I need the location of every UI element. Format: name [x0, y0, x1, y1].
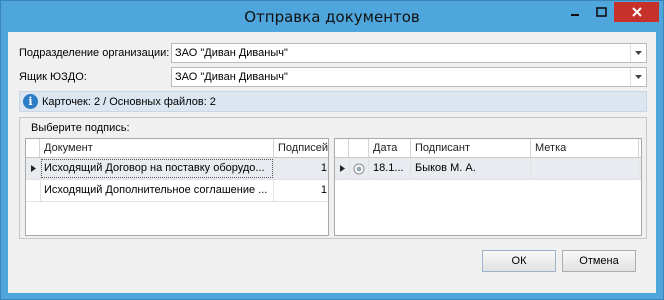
mark-cell[interactable] [531, 158, 639, 179]
header-indicator [335, 139, 349, 157]
signer-cell[interactable]: Быков М. А. [411, 158, 531, 179]
table-row[interactable]: Исходящий Договор на поставку оборудо...… [26, 158, 328, 180]
close-button[interactable] [614, 2, 659, 22]
cancel-button[interactable]: Отмена [562, 250, 636, 272]
signers-grid: Дата Подписант Метка 18.1... Быков М. А. [334, 138, 642, 236]
mailbox-select[interactable]: ЗАО "Диван Диваныч" [171, 67, 647, 87]
signature-group: Выберите подпись: Документ Подписей Исхо… [19, 117, 647, 239]
maximize-icon [595, 7, 607, 17]
chevron-down-icon[interactable] [630, 68, 646, 86]
column-header-signatures[interactable]: Подписей [274, 139, 328, 157]
dialog-body: Подразделение организации: ЗАО "Диван Ди… [8, 32, 656, 293]
minimize-icon [571, 14, 579, 16]
info-bar: i Карточек: 2 / Основных файлов: 2 [19, 91, 647, 112]
mailbox-value: ЗАО "Диван Диваныч" [175, 71, 288, 83]
chevron-down-icon[interactable] [630, 44, 646, 62]
row-indicator [26, 180, 41, 201]
documents-grid: Документ Подписей Исходящий Договор на п… [25, 138, 329, 236]
column-header-document[interactable]: Документ [40, 139, 274, 157]
info-icon: i [23, 94, 38, 109]
close-icon [631, 7, 642, 17]
signature-group-title: Выберите подпись: [31, 122, 130, 134]
signatures-cell[interactable]: 1 [274, 180, 328, 201]
info-text: Карточек: 2 / Основных файлов: 2 [42, 96, 216, 108]
column-header-signer[interactable]: Подписант [411, 139, 531, 157]
maximize-button[interactable] [588, 2, 614, 22]
dialog-window: Отправка документов Подразделение органи… [0, 0, 664, 300]
org-unit-select[interactable]: ЗАО "Диван Диваныч" [171, 43, 647, 63]
table-row[interactable]: Исходящий Дополнительное соглашение ... … [26, 180, 328, 202]
minimize-button[interactable] [562, 2, 588, 22]
ok-button[interactable]: ОК [482, 250, 556, 272]
document-cell[interactable]: Исходящий Дополнительное соглашение ... [40, 180, 274, 201]
table-row[interactable]: 18.1... Быков М. А. [335, 158, 641, 180]
column-header-date[interactable]: Дата [369, 139, 411, 157]
document-cell[interactable]: Исходящий Договор на поставку оборудо... [40, 158, 274, 179]
current-row-arrow-icon [26, 158, 41, 179]
title-bar[interactable]: Отправка документов [1, 1, 663, 32]
column-header-select[interactable] [349, 139, 369, 157]
radio-icon [353, 163, 365, 175]
mailbox-label: Ящик ЮЗДО: [19, 71, 87, 83]
signers-grid-header: Дата Подписант Метка [335, 139, 641, 158]
org-unit-label: Подразделение организации: [19, 47, 170, 59]
column-header-mark[interactable]: Метка [531, 139, 639, 157]
date-cell[interactable]: 18.1... [369, 158, 411, 179]
current-row-arrow-icon [335, 158, 350, 179]
org-unit-value: ЗАО "Диван Диваныч" [175, 47, 288, 59]
signer-radio[interactable] [349, 158, 369, 179]
signatures-cell[interactable]: 1 [274, 158, 328, 179]
header-indicator [26, 139, 40, 157]
documents-grid-header: Документ Подписей [26, 139, 328, 158]
